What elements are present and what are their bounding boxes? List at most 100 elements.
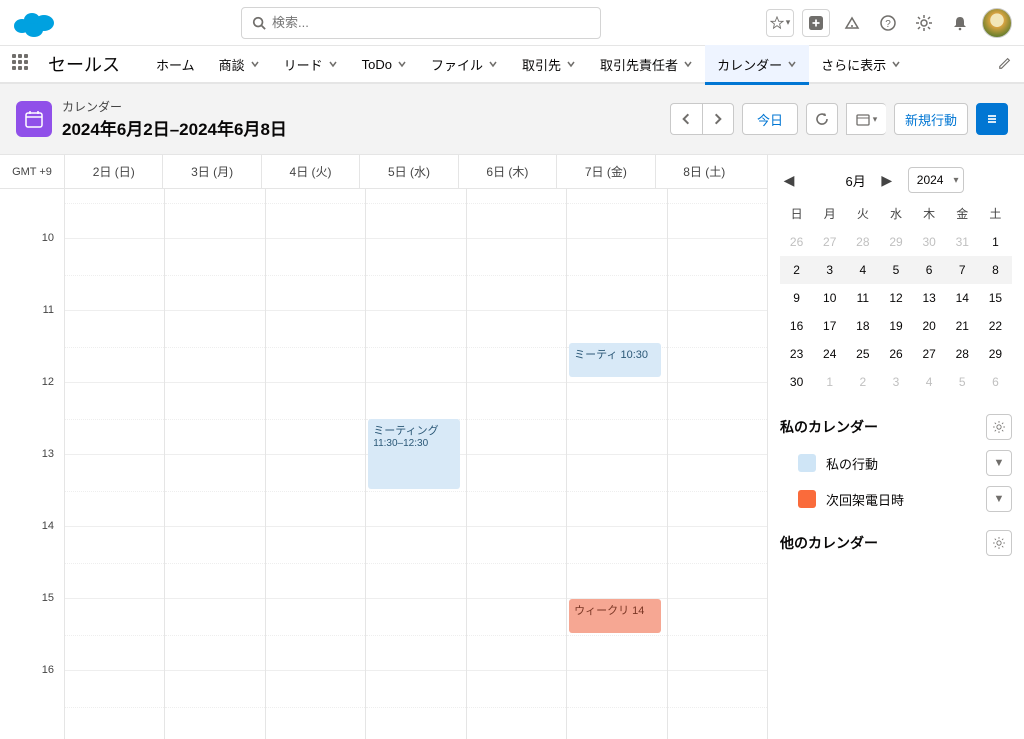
time-label-14: 14 bbox=[42, 520, 54, 532]
salesforce-logo[interactable] bbox=[12, 8, 56, 38]
mini-day[interactable]: 28 bbox=[946, 340, 979, 368]
view-switcher-button[interactable]: ▾ bbox=[846, 103, 886, 135]
mini-day[interactable]: 16 bbox=[780, 312, 813, 340]
calendar-item-menu[interactable]: ▼ bbox=[986, 450, 1012, 476]
mini-day[interactable]: 11 bbox=[846, 284, 879, 312]
mini-day[interactable]: 3 bbox=[813, 256, 846, 284]
my-calendar-item-1: 次回架電日時▼ bbox=[780, 486, 1012, 512]
nav-item-5[interactable]: 取引先 bbox=[510, 45, 588, 83]
mini-day[interactable]: 9 bbox=[780, 284, 813, 312]
refresh-button[interactable] bbox=[806, 103, 838, 135]
day-header-5: 7日 (金) bbox=[556, 155, 654, 188]
mini-day[interactable]: 30 bbox=[780, 368, 813, 396]
year-selector[interactable]: 2024 bbox=[908, 167, 965, 193]
my-calendars-settings[interactable] bbox=[986, 414, 1012, 440]
mini-day[interactable]: 17 bbox=[813, 312, 846, 340]
nav-item-4[interactable]: ファイル bbox=[419, 45, 510, 83]
mini-day[interactable]: 27 bbox=[913, 340, 946, 368]
calendar-event[interactable]: ミーティ 10:30 bbox=[569, 343, 660, 377]
mini-day[interactable]: 21 bbox=[946, 312, 979, 340]
nav-item-0[interactable]: ホーム bbox=[144, 45, 207, 83]
mini-day[interactable]: 2 bbox=[846, 368, 879, 396]
favorites-button[interactable]: ▾ bbox=[766, 9, 794, 37]
mini-day[interactable]: 13 bbox=[913, 284, 946, 312]
nav-item-8[interactable]: さらに表示 bbox=[809, 45, 913, 83]
time-label-10: 10 bbox=[42, 232, 54, 244]
mini-day[interactable]: 5 bbox=[879, 256, 912, 284]
mini-day[interactable]: 18 bbox=[846, 312, 879, 340]
other-calendars-settings[interactable] bbox=[986, 530, 1012, 556]
mini-day[interactable]: 4 bbox=[846, 256, 879, 284]
guidance-icon[interactable] bbox=[838, 9, 866, 37]
mini-day[interactable]: 7 bbox=[946, 256, 979, 284]
day-column-2[interactable] bbox=[265, 189, 365, 739]
chevron-down-icon bbox=[328, 59, 338, 69]
nav-item-1[interactable]: 商談 bbox=[207, 45, 272, 83]
calendar-item-menu[interactable]: ▼ bbox=[986, 486, 1012, 512]
app-launcher-icon[interactable] bbox=[12, 54, 32, 74]
mini-day[interactable]: 29 bbox=[979, 340, 1012, 368]
mini-day[interactable]: 20 bbox=[913, 312, 946, 340]
day-column-4[interactable] bbox=[466, 189, 566, 739]
mini-day[interactable]: 27 bbox=[813, 228, 846, 256]
mini-day[interactable]: 6 bbox=[979, 368, 1012, 396]
mini-day[interactable]: 12 bbox=[879, 284, 912, 312]
mini-day[interactable]: 31 bbox=[946, 228, 979, 256]
mini-day[interactable]: 10 bbox=[813, 284, 846, 312]
mini-month-label: 6月 bbox=[846, 171, 866, 190]
day-header-2: 4日 (火) bbox=[261, 155, 359, 188]
mini-day[interactable]: 4 bbox=[913, 368, 946, 396]
search-input[interactable] bbox=[272, 15, 590, 30]
day-column-6[interactable] bbox=[667, 189, 767, 739]
day-column-0[interactable] bbox=[64, 189, 164, 739]
edit-nav-icon[interactable] bbox=[998, 56, 1012, 73]
help-icon[interactable]: ? bbox=[874, 9, 902, 37]
user-avatar[interactable] bbox=[982, 8, 1012, 38]
day-column-5[interactable]: ミーティ 10:30 ウィークリ 14 bbox=[566, 189, 666, 739]
mini-day[interactable]: 14 bbox=[946, 284, 979, 312]
mini-day[interactable]: 1 bbox=[813, 368, 846, 396]
chevron-down-icon bbox=[488, 59, 498, 69]
nav-item-7[interactable]: カレンダー bbox=[705, 45, 809, 83]
mini-day[interactable]: 6 bbox=[913, 256, 946, 284]
setup-gear-icon[interactable] bbox=[910, 9, 938, 37]
day-column-1[interactable] bbox=[164, 189, 264, 739]
nav-item-2[interactable]: リード bbox=[272, 45, 350, 83]
mini-day[interactable]: 28 bbox=[846, 228, 879, 256]
timezone-label: GMT +9 bbox=[0, 155, 64, 188]
mini-day[interactable]: 22 bbox=[979, 312, 1012, 340]
notifications-bell-icon[interactable] bbox=[946, 9, 974, 37]
mini-day[interactable]: 23 bbox=[780, 340, 813, 368]
nav-item-3[interactable]: ToDo bbox=[350, 45, 419, 83]
new-event-button[interactable]: 新規行動 bbox=[894, 103, 968, 135]
mini-day[interactable]: 30 bbox=[913, 228, 946, 256]
mini-day[interactable]: 26 bbox=[879, 340, 912, 368]
mini-next-month[interactable]: ▶ bbox=[878, 171, 896, 189]
time-label-12: 12 bbox=[42, 376, 54, 388]
side-panel-toggle[interactable] bbox=[976, 103, 1008, 135]
nav-item-6[interactable]: 取引先責任者 bbox=[588, 45, 705, 83]
mini-day[interactable]: 25 bbox=[846, 340, 879, 368]
day-header-6: 8日 (土) bbox=[655, 155, 753, 188]
mini-prev-month[interactable]: ◀ bbox=[780, 171, 798, 189]
mini-day[interactable]: 5 bbox=[946, 368, 979, 396]
mini-day[interactable]: 2 bbox=[780, 256, 813, 284]
mini-day[interactable]: 8 bbox=[979, 256, 1012, 284]
add-button[interactable] bbox=[802, 9, 830, 37]
prev-week-button[interactable] bbox=[670, 103, 702, 135]
mini-day[interactable]: 24 bbox=[813, 340, 846, 368]
mini-day[interactable]: 1 bbox=[979, 228, 1012, 256]
mini-day[interactable]: 26 bbox=[780, 228, 813, 256]
global-search[interactable] bbox=[241, 7, 601, 39]
mini-day[interactable]: 19 bbox=[879, 312, 912, 340]
calendar-event[interactable]: ウィークリ 14 bbox=[569, 599, 660, 633]
day-column-3[interactable]: ミーティング11:30–12:30 bbox=[365, 189, 465, 739]
next-week-button[interactable] bbox=[702, 103, 734, 135]
app-name: セールス bbox=[48, 51, 120, 77]
mini-day[interactable]: 15 bbox=[979, 284, 1012, 312]
calendar-entity-icon bbox=[16, 101, 52, 137]
calendar-event[interactable]: ミーティング11:30–12:30 bbox=[368, 419, 459, 489]
mini-day[interactable]: 3 bbox=[879, 368, 912, 396]
today-button[interactable]: 今日 bbox=[742, 103, 798, 135]
mini-day[interactable]: 29 bbox=[879, 228, 912, 256]
